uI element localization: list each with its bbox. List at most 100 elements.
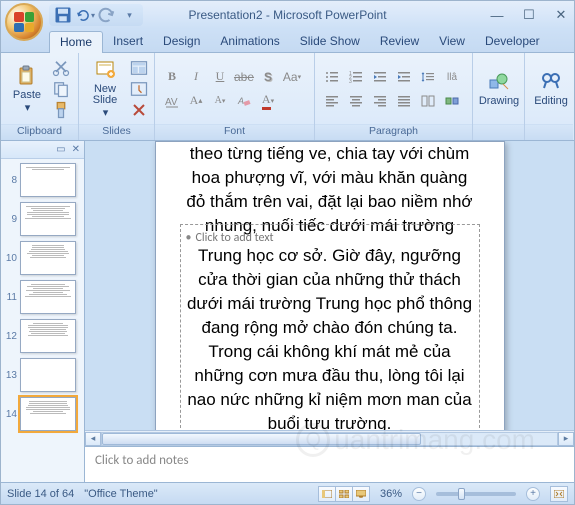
zoom-level[interactable]: 36% xyxy=(380,488,402,500)
tab-insert[interactable]: Insert xyxy=(103,31,153,52)
fit-window-button[interactable] xyxy=(550,486,568,502)
group-label-clipboard: Clipboard xyxy=(1,124,78,140)
change-case-button[interactable]: Aa▾ xyxy=(281,66,303,88)
save-icon[interactable] xyxy=(53,5,73,25)
text-direction-button[interactable]: llâ xyxy=(441,66,463,88)
italic-button[interactable]: I xyxy=(185,66,207,88)
close-button[interactable]: ✕ xyxy=(552,7,570,23)
copy-icon[interactable] xyxy=(51,79,71,99)
increase-indent-button[interactable] xyxy=(393,66,415,88)
tab-review[interactable]: Review xyxy=(370,31,429,52)
tab-developer[interactable]: Developer xyxy=(475,31,550,52)
tab-view[interactable]: View xyxy=(429,31,475,52)
slide-thumbnail[interactable] xyxy=(20,241,76,275)
thumb-number: 14 xyxy=(3,409,17,420)
slide-thumbnail[interactable] xyxy=(20,397,76,431)
svg-text:AV: AV xyxy=(165,97,178,108)
titlebar: ▾ ▾ Presentation2 - Microsoft PowerPoint… xyxy=(1,1,574,29)
underline-button[interactable]: U xyxy=(209,66,231,88)
shadow-button[interactable]: S xyxy=(257,66,279,88)
slide-canvas[interactable]: theo từng tiếng ve, chia tay với chùm ho… xyxy=(155,141,505,430)
thumb-number: 11 xyxy=(3,292,17,303)
thumb-row[interactable]: 11 xyxy=(3,280,82,314)
layout-icon[interactable] xyxy=(129,58,149,78)
decrease-font-button[interactable]: A▾ xyxy=(209,90,231,112)
tab-slideshow[interactable]: Slide Show xyxy=(290,31,370,52)
slide-viewport[interactable]: theo từng tiếng ve, chia tay với chùm ho… xyxy=(85,141,574,430)
group-label-font: Font xyxy=(155,124,314,140)
scroll-left-arrow[interactable]: ◂ xyxy=(85,432,101,446)
font-color-button[interactable]: A▾ xyxy=(257,90,279,112)
bold-button[interactable]: B xyxy=(161,66,183,88)
clear-formatting-button[interactable]: A xyxy=(233,90,255,112)
group-label-slides: Slides xyxy=(79,124,154,140)
tab-animations[interactable]: Animations xyxy=(210,31,289,52)
thumb-row[interactable]: 9 xyxy=(3,202,82,236)
status-theme: "Office Theme" xyxy=(84,488,157,500)
slide-thumbnail[interactable] xyxy=(20,163,76,197)
convert-smartart-button[interactable] xyxy=(441,90,463,112)
cut-icon[interactable] xyxy=(51,58,71,78)
thumb-number: 8 xyxy=(3,175,17,186)
slide-thumbnail-pane: ▭ ✕ 8 9 10 11 12 13 14 xyxy=(1,141,85,482)
reset-icon[interactable] xyxy=(129,79,149,99)
statusbar: Slide 14 of 64 "Office Theme" 36% − + xyxy=(1,482,574,504)
delete-icon[interactable] xyxy=(129,100,149,120)
thumb-row[interactable]: 13 xyxy=(3,358,82,392)
workarea: ▭ ✕ 8 9 10 11 12 13 14 theo từng tiếng ve, chi… xyxy=(1,141,574,482)
tab-design[interactable]: Design xyxy=(153,31,210,52)
format-painter-icon[interactable] xyxy=(51,100,71,120)
scroll-right-arrow[interactable]: ▸ xyxy=(558,432,574,446)
thumb-number: 12 xyxy=(3,331,17,342)
new-slide-button[interactable]: New Slide▾ xyxy=(85,56,125,121)
horizontal-scrollbar[interactable]: ◂ ▸ xyxy=(85,430,574,446)
office-button[interactable] xyxy=(5,3,43,41)
zoom-in-button[interactable]: + xyxy=(526,487,540,501)
bullets-button[interactable] xyxy=(321,66,343,88)
editing-button[interactable]: Editing xyxy=(531,68,571,109)
slide-thumbnail[interactable] xyxy=(20,319,76,353)
svg-text:3: 3 xyxy=(349,79,352,84)
line-spacing-button[interactable] xyxy=(417,66,439,88)
drawing-button[interactable]: Drawing xyxy=(479,68,519,109)
slideshow-view-button[interactable] xyxy=(352,486,370,502)
sorter-view-button[interactable] xyxy=(335,486,353,502)
zoom-out-button[interactable]: − xyxy=(412,487,426,501)
window-title: Presentation2 - Microsoft PowerPoint xyxy=(188,8,386,22)
minimize-button[interactable]: — xyxy=(488,8,506,23)
undo-icon[interactable]: ▾ xyxy=(75,5,95,25)
thumb-row[interactable]: 14 xyxy=(3,397,82,431)
strikethrough-button[interactable]: abe xyxy=(233,66,255,88)
app-window: ▾ ▾ Presentation2 - Microsoft PowerPoint… xyxy=(0,0,575,505)
thumbnail-close-icon[interactable]: ✕ xyxy=(72,144,80,155)
char-spacing-button[interactable]: AV xyxy=(161,90,183,112)
columns-button[interactable] xyxy=(417,90,439,112)
slide-thumbnail[interactable] xyxy=(20,280,76,314)
svg-text:A: A xyxy=(237,96,244,106)
thumb-number: 9 xyxy=(3,214,17,225)
paste-button[interactable]: Paste▾ xyxy=(7,62,47,116)
slide-thumbnail[interactable] xyxy=(20,202,76,236)
scroll-thumb[interactable] xyxy=(102,433,421,445)
redo-icon[interactable] xyxy=(97,5,117,25)
thumb-row[interactable]: 8 xyxy=(3,163,82,197)
notes-pane[interactable]: Click to add notes xyxy=(85,446,574,482)
numbering-button[interactable]: 123 xyxy=(345,66,367,88)
slide-body-text[interactable]: Trung học cơ sở. Giờ đây, ngưỡng cửa thờ… xyxy=(182,244,478,430)
increase-font-button[interactable]: A▴ xyxy=(185,90,207,112)
maximize-button[interactable]: ☐ xyxy=(520,7,538,23)
thumb-row[interactable]: 10 xyxy=(3,241,82,275)
outline-tab-icon[interactable]: ▭ xyxy=(56,144,65,155)
justify-button[interactable] xyxy=(393,90,415,112)
decrease-indent-button[interactable] xyxy=(369,66,391,88)
slide-thumbnail[interactable] xyxy=(20,358,76,392)
tab-home[interactable]: Home xyxy=(49,31,103,53)
zoom-slider[interactable] xyxy=(436,492,516,496)
normal-view-button[interactable] xyxy=(318,486,336,502)
align-center-button[interactable] xyxy=(345,90,367,112)
thumb-row[interactable]: 12 xyxy=(3,319,82,353)
qat-customize-icon[interactable]: ▾ xyxy=(119,5,139,25)
align-left-button[interactable] xyxy=(321,90,343,112)
status-slide: Slide 14 of 64 xyxy=(7,488,74,500)
align-right-button[interactable] xyxy=(369,90,391,112)
